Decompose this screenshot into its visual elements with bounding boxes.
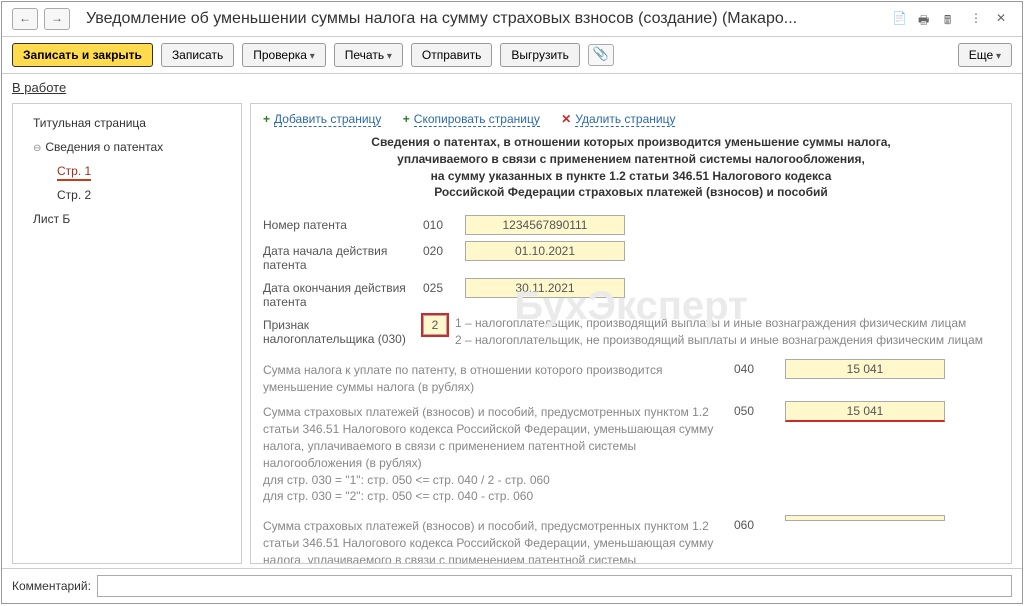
attachment-icon[interactable]: 📎	[588, 44, 614, 66]
code-020: 020	[423, 241, 465, 258]
row-020: Дата начала действия патента 020 01.10.2…	[263, 241, 999, 272]
titlebar: ← → Уведомление об уменьшении суммы нало…	[2, 2, 1022, 37]
sidebar-item-title-page[interactable]: Титульная страница	[13, 112, 241, 134]
print-icon[interactable]: 🖶	[918, 11, 934, 27]
input-050[interactable]: 15 041	[785, 401, 945, 422]
input-060[interactable]	[785, 515, 945, 521]
comment-input[interactable]	[97, 575, 1012, 597]
sidebar-item-patents[interactable]: Сведения о патентах	[13, 136, 241, 158]
tab-in-work[interactable]: В работе	[12, 80, 66, 95]
toolbar: Записать и закрыть Записать Проверка Печ…	[2, 37, 1022, 74]
back-button[interactable]: ←	[12, 8, 38, 30]
row-040: Сумма налога к уплате по патенту, в отно…	[263, 359, 999, 396]
code-050: 050	[723, 401, 765, 418]
more-button[interactable]: Еще	[958, 43, 1012, 67]
save-close-button[interactable]: Записать и закрыть	[12, 43, 153, 67]
code-010: 010	[423, 215, 465, 232]
add-page-link[interactable]: +Добавить страницу	[263, 112, 381, 126]
row-030: Признак налогоплательщика (030) 2 1 – на…	[263, 315, 999, 349]
page-actions: +Добавить страницу +Скопировать страницу…	[263, 112, 999, 126]
window-title: Уведомление об уменьшении суммы налога н…	[86, 10, 882, 28]
print-button[interactable]: Печать	[334, 43, 403, 67]
label-010: Номер патента	[263, 215, 423, 232]
label-025: Дата окончания действия патента	[263, 278, 423, 309]
tabbar: В работе	[2, 74, 1022, 99]
menu-icon[interactable]: ⋮	[970, 11, 986, 27]
close-icon[interactable]: ✕	[996, 11, 1012, 27]
row-050: Сумма страховых платежей (взносов) и пос…	[263, 401, 999, 505]
delete-page-link[interactable]: ✕Удалить страницу	[561, 112, 675, 126]
row-025: Дата окончания действия патента 025 30.1…	[263, 278, 999, 309]
label-050: Сумма страховых платежей (взносов) и пос…	[263, 401, 723, 505]
content: БухЭксперт +Добавить страницу +Скопирова…	[250, 103, 1012, 564]
send-button[interactable]: Отправить	[411, 43, 493, 67]
copy-page-link[interactable]: +Скопировать страницу	[403, 112, 540, 126]
input-030[interactable]: 2	[423, 315, 447, 335]
code-025: 025	[423, 278, 465, 295]
label-030: Признак налогоплательщика (030)	[263, 315, 423, 346]
check-button[interactable]: Проверка	[242, 43, 326, 67]
label-040: Сумма налога к уплате по патенту, в отно…	[263, 359, 723, 396]
form-heading: Сведения о патентах, в отношении которых…	[303, 134, 959, 201]
input-010[interactable]: 1234567890111	[465, 215, 625, 235]
calc-icon[interactable]: 🖩	[944, 11, 960, 27]
sidebar-item-sheet-b[interactable]: Лист Б	[13, 208, 241, 230]
pin-icon[interactable]: 📄	[892, 11, 908, 27]
code-060: 060	[723, 515, 765, 532]
desc-030: 1 – налогоплательщик, производящий выпла…	[447, 315, 999, 349]
code-040: 040	[723, 359, 765, 376]
forward-button[interactable]: →	[44, 8, 70, 30]
save-button[interactable]: Записать	[161, 43, 234, 67]
row-060: Сумма страховых платежей (взносов) и пос…	[263, 515, 999, 564]
row-010: Номер патента 010 1234567890111	[263, 215, 999, 235]
label-020: Дата начала действия патента	[263, 241, 423, 272]
sidebar-item-page2[interactable]: Стр. 2	[13, 184, 241, 206]
input-020[interactable]: 01.10.2021	[465, 241, 625, 261]
export-button[interactable]: Выгрузить	[500, 43, 580, 67]
label-060: Сумма страховых платежей (взносов) и пос…	[263, 515, 723, 564]
sidebar-item-page1[interactable]: Стр. 1	[13, 160, 241, 182]
input-040[interactable]: 15 041	[785, 359, 945, 379]
comment-label: Комментарий:	[12, 579, 91, 593]
footer: Комментарий:	[2, 568, 1022, 603]
sidebar: Титульная страница Сведения о патентах С…	[12, 103, 242, 564]
input-025[interactable]: 30.11.2021	[465, 278, 625, 298]
